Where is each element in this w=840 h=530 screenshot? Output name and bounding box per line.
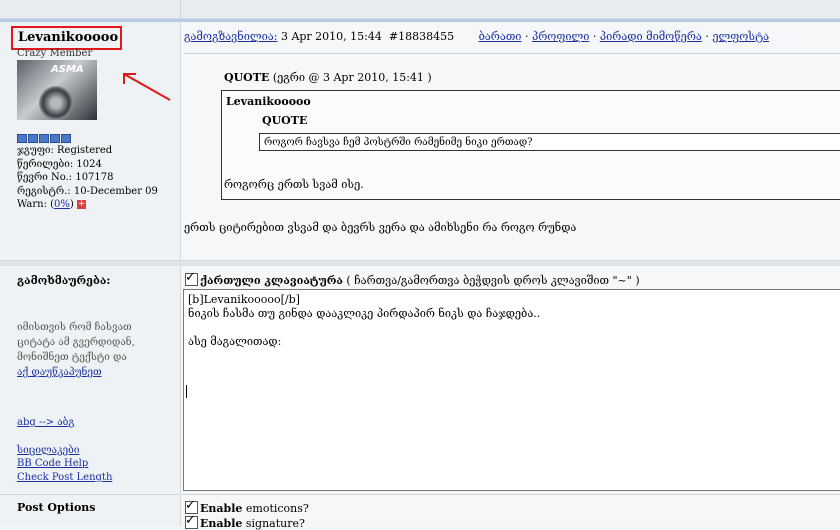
post-body: ერთს ციტირებით ვსვამ და ბევრს ვერა და ამ… <box>184 221 577 234</box>
stat-member-no: წევრი No.: 107178 <box>17 172 114 183</box>
post-id: #18838455 <box>388 30 455 43</box>
rank-pip <box>50 134 60 143</box>
quote-body: როგორც ერთს სვამ ისე. <box>224 178 364 191</box>
quote-header: QUOTE (ეგრი @ 3 Apr 2010, 15:41 ) <box>224 71 432 84</box>
reply-sidebar: გამოხმაურება: იმისთვის რომ ჩასვათ ციტატა… <box>0 266 181 493</box>
signature-checkbox[interactable] <box>185 513 198 529</box>
top-band-divider <box>180 0 181 18</box>
emoticons-option: Enable emoticons? <box>185 498 309 515</box>
bbcode-help-link[interactable]: BB Code Help <box>17 458 88 469</box>
georgian-keyboard-checkbox[interactable] <box>185 270 198 286</box>
signature-option: Enable signature? <box>185 513 305 530</box>
quote-box: Levanikooooo QUOTE როგორ ჩავსვა ჩემ პოსტ… <box>221 90 840 200</box>
warn-value-link[interactable]: 0% <box>54 199 70 210</box>
post-link-pm[interactable]: პირადი მიმოწერა <box>600 30 702 43</box>
author-stats: ჯგუფი: Registered წერილები: 1024 წევრი N… <box>17 144 158 212</box>
posted-label-link[interactable]: გამოგზავნილია: <box>184 30 277 43</box>
inner-quote-box: როგორ ჩავსვა ჩემ პოსტრში რამენიმე ნიკი ე… <box>259 133 840 151</box>
keyboard-hint: ( ჩართვა/გამორთვა ბეჭდვის დროს კლავიშით … <box>342 274 640 287</box>
quote-selection-link[interactable]: აქ დაუწკაპუნეთ <box>17 367 102 378</box>
post-date: 3 Apr 2010, 15:44 <box>277 30 382 43</box>
abg-link[interactable]: abg --> აბგ <box>17 417 74 428</box>
author-column: Levanikooooo Crazy Member ASMA ჯგუფი: Re… <box>0 22 181 260</box>
keyboard-label: ქართული კლავიატურა <box>200 274 343 287</box>
author-rank: Crazy Member <box>17 48 93 59</box>
post-divider <box>184 53 840 54</box>
post-options: Enable emoticons? Enable signature? <box>181 494 840 530</box>
stat-group: ჯგუფი: Registered <box>17 145 113 156</box>
post-link-profile[interactable]: პროფილი <box>532 30 589 43</box>
rank-pip <box>28 134 38 143</box>
keyboard-toggle-row: ქართული კლავიატურა ( ჩართვა/გამორთვა ბეჭ… <box>185 270 640 287</box>
stat-registered: რეგისტრ.: 10-December 09 <box>17 185 158 197</box>
post-column: გამოგზავნილია: 3 Apr 2010, 15:44 #188384… <box>181 22 840 260</box>
reply-editor-area: ქართული კლავიატურა ( ჩართვა/გამორთვა ბეჭ… <box>181 266 840 493</box>
smilies-link[interactable]: სიცილაკები <box>17 445 79 456</box>
post-meta: გამოგზავნილია: 3 Apr 2010, 15:44 #188384… <box>184 30 770 43</box>
stat-posts: წერილები: 1024 <box>17 158 102 170</box>
avatar-wheel <box>39 86 73 120</box>
post-options-sidebar: Post Options <box>0 494 181 526</box>
avatar: ASMA <box>17 60 97 120</box>
avatar-text: ASMA <box>51 64 84 75</box>
text-caret <box>186 385 187 398</box>
post-link-email[interactable]: ელფოსტა <box>712 30 769 43</box>
reply-title: გამოხმაურება: <box>17 274 111 287</box>
rank-pip <box>39 134 49 143</box>
inner-quote-header: QUOTE <box>262 114 308 127</box>
post-options-title: Post Options <box>17 501 96 514</box>
author-name[interactable]: Levanikooooo <box>18 30 118 45</box>
post-link-card[interactable]: ბარათი <box>479 30 522 43</box>
rank-pip <box>17 134 27 143</box>
warn-plus-icon[interactable]: + <box>77 200 87 209</box>
top-band <box>0 0 840 19</box>
rank-pip <box>61 134 71 143</box>
stat-warn: Warn: (0%) + <box>17 199 87 210</box>
reply-help: იმისთვის რომ ჩასვათ ციტატა ამ გვერდიდან,… <box>17 322 135 378</box>
red-arrow-icon <box>123 73 171 101</box>
rank-pips <box>17 134 71 143</box>
reply-textarea[interactable]: [b]Levanikooooo[/b] ნიკის ჩასმა თუ გინდა… <box>183 289 840 491</box>
reply-links: abg --> აბგ სიცილაკები BB Code Help Chec… <box>17 416 112 484</box>
quote-author: Levanikooooo <box>226 95 311 108</box>
check-post-length-link[interactable]: Check Post Length <box>17 472 112 483</box>
